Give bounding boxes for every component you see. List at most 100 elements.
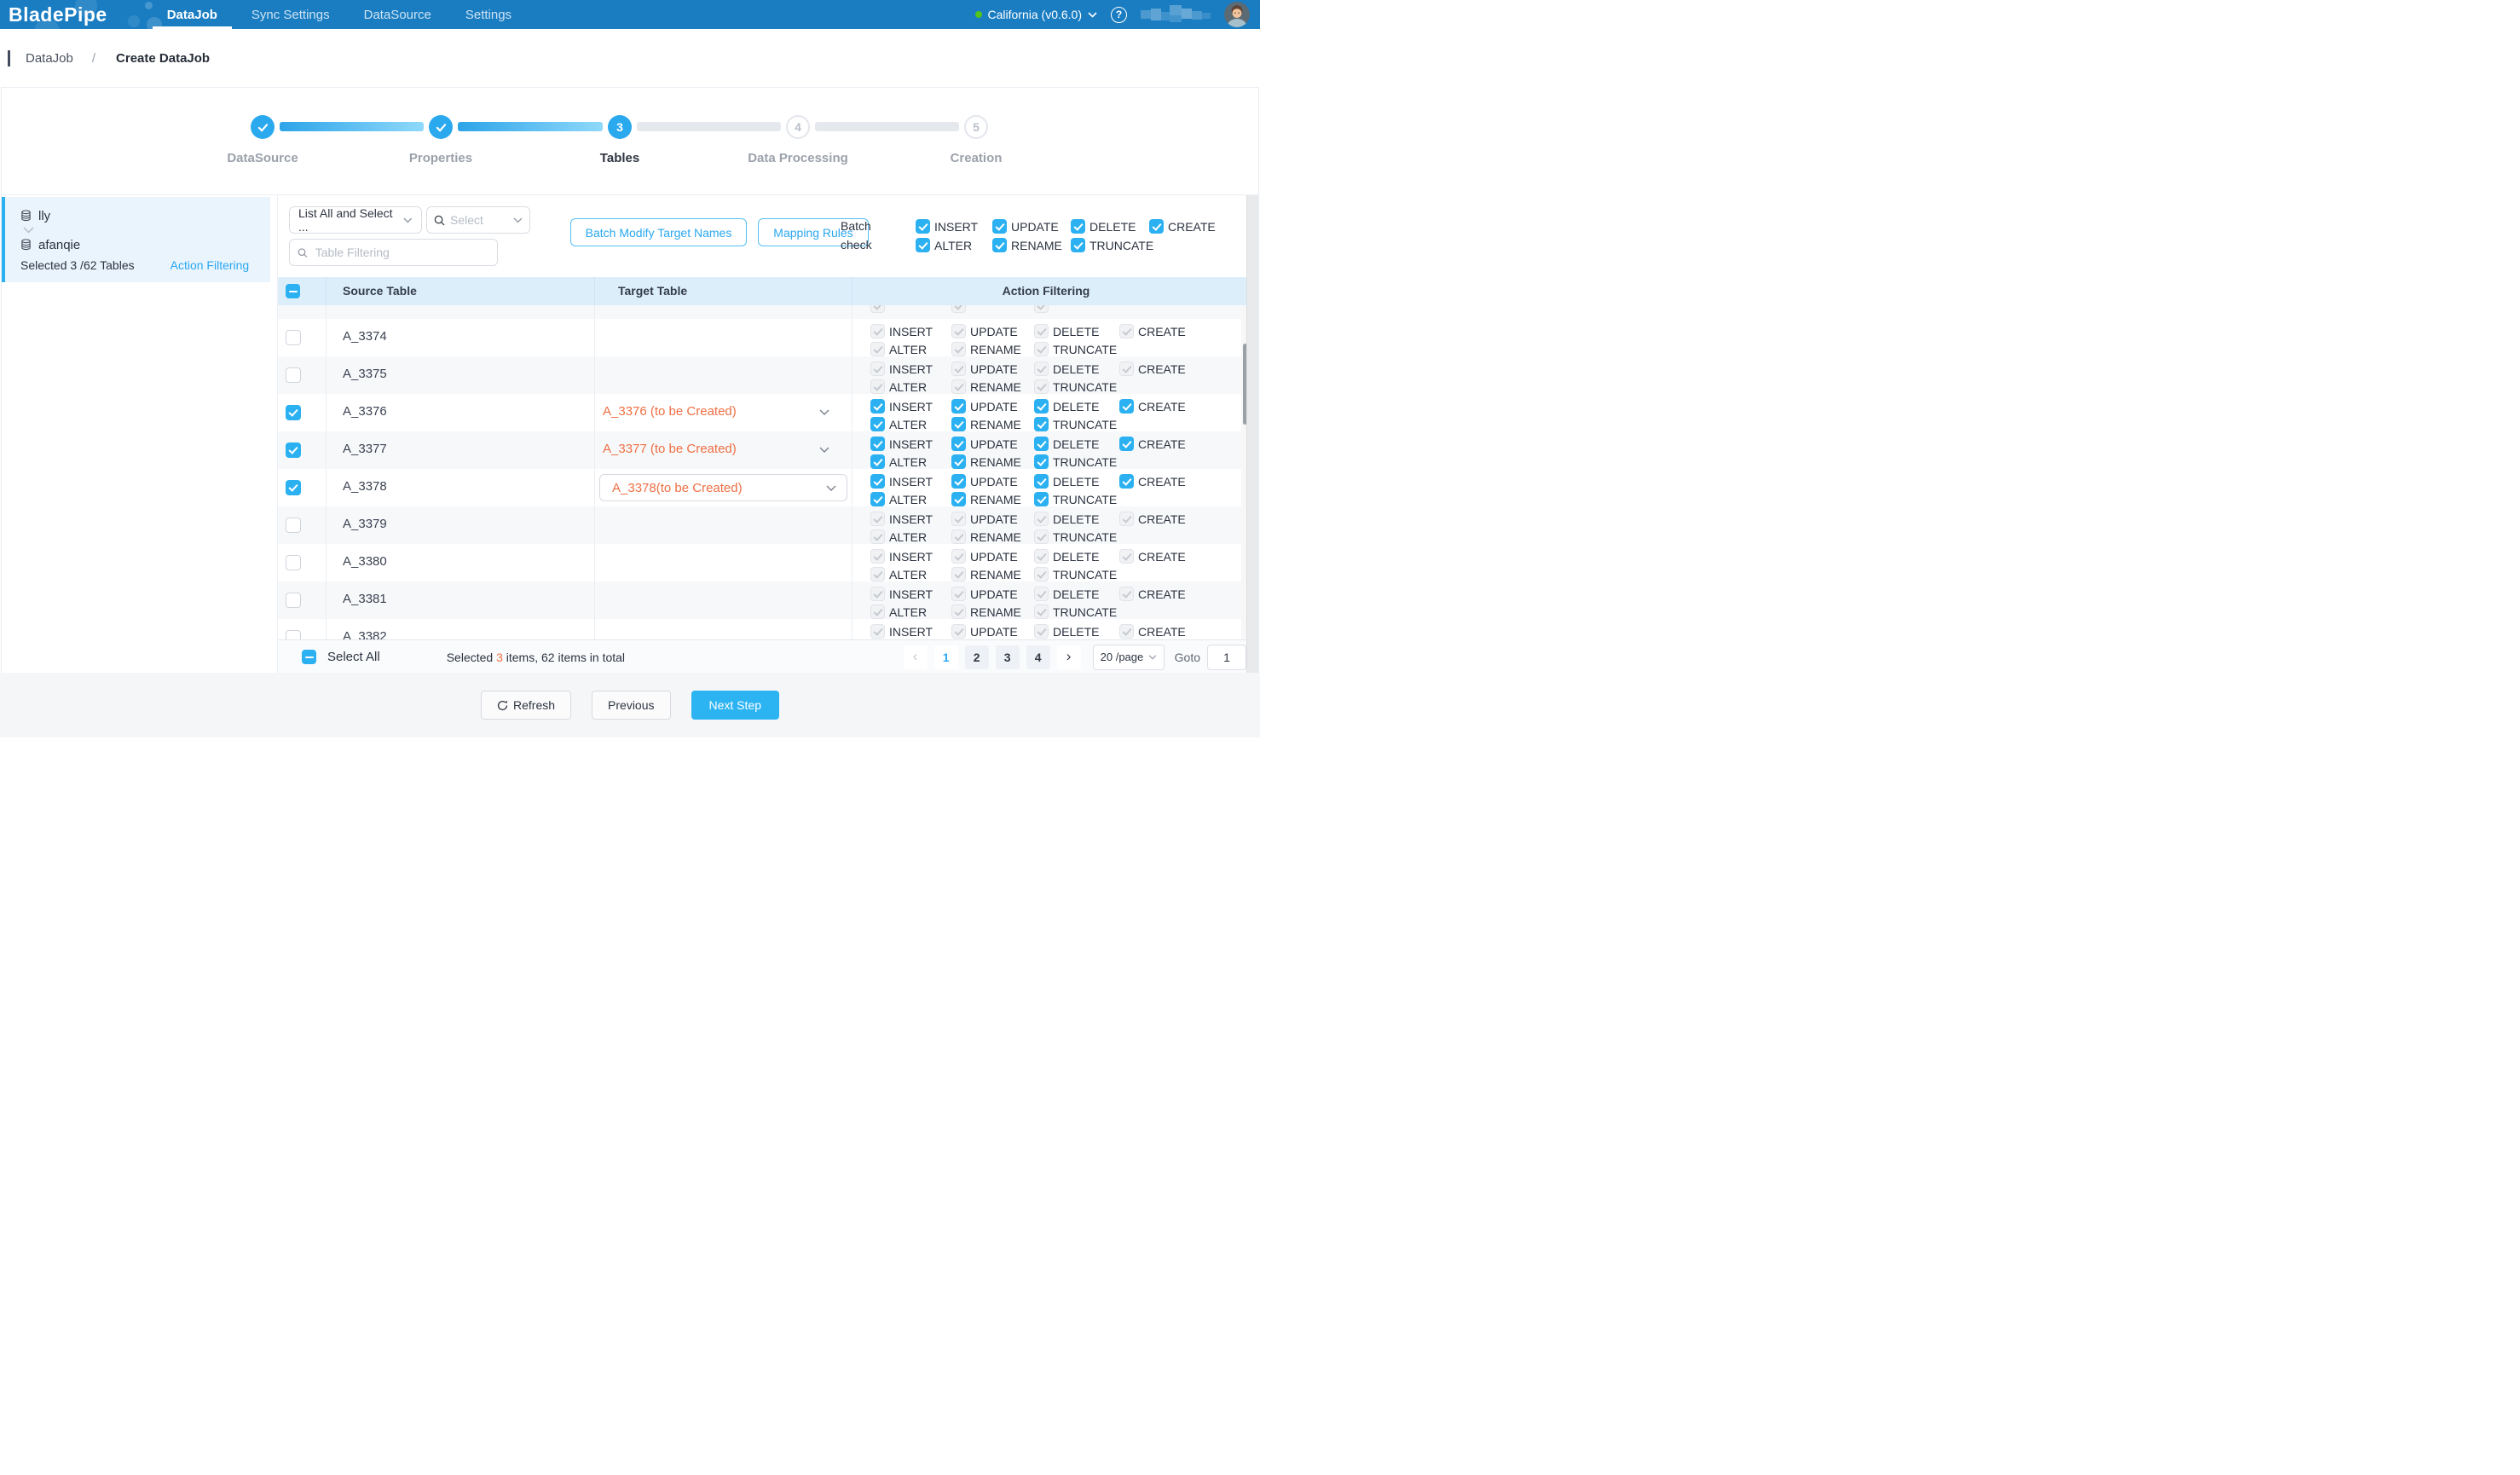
action-checkbox-truncate[interactable] bbox=[1034, 492, 1049, 506]
help-icon[interactable]: ? bbox=[1111, 7, 1127, 23]
batch-check-truncate-checkbox[interactable] bbox=[1071, 238, 1085, 252]
action-checkbox-rename bbox=[951, 379, 966, 394]
action-checkbox-delete bbox=[1034, 362, 1049, 376]
action-checkbox-alter[interactable] bbox=[870, 454, 885, 469]
action-checkbox-delete bbox=[1034, 512, 1049, 526]
action-checkbox-rename[interactable] bbox=[951, 417, 966, 431]
table-row: A_3374INSERTUPDATEDELETECREATEALTERRENAM… bbox=[278, 319, 1258, 357]
row-select-checkbox[interactable] bbox=[286, 367, 301, 383]
row-select-checkbox[interactable] bbox=[286, 442, 301, 458]
page-size-value: 20 /page bbox=[1101, 651, 1144, 663]
target-table-select[interactable]: A_3377 (to be Created) bbox=[603, 442, 737, 456]
action-checkbox-update[interactable] bbox=[951, 437, 966, 451]
action-checkbox-create[interactable] bbox=[1119, 399, 1134, 414]
next-step-button[interactable]: Next Step bbox=[691, 691, 779, 720]
batch-modify-target-names-button[interactable]: Batch Modify Target Names bbox=[570, 218, 747, 246]
nav-item-label: DataJob bbox=[167, 8, 217, 22]
nav-item-datajob[interactable]: DataJob bbox=[150, 0, 234, 29]
refresh-icon bbox=[497, 700, 508, 711]
row-select-checkbox[interactable] bbox=[286, 630, 301, 639]
batch-check-alter-checkbox[interactable] bbox=[916, 238, 930, 252]
pagination-page-1[interactable]: 1 bbox=[934, 645, 958, 669]
pagination-page-3[interactable]: 3 bbox=[996, 645, 1020, 669]
nav-item-settings[interactable]: Settings bbox=[448, 0, 529, 29]
action-label: TRUNCATE bbox=[1053, 493, 1117, 506]
action-label: CREATE bbox=[1138, 625, 1186, 639]
selected-count: 3 bbox=[496, 651, 503, 664]
batch-check-create-checkbox[interactable] bbox=[1149, 219, 1164, 234]
action-checkbox-truncate[interactable] bbox=[1034, 454, 1049, 469]
action-checkbox-rename[interactable] bbox=[951, 492, 966, 506]
row-select-checkbox[interactable] bbox=[286, 330, 301, 345]
batch-check-rename-checkbox[interactable] bbox=[992, 238, 1007, 252]
select-all-checkbox[interactable] bbox=[302, 650, 316, 664]
action-checkbox-create[interactable] bbox=[1119, 474, 1134, 489]
schema-select[interactable]: Select bbox=[426, 206, 530, 234]
action-checkbox-create[interactable] bbox=[1119, 437, 1134, 451]
action-checkbox-delete bbox=[1034, 324, 1049, 338]
action-label: CREATE bbox=[1138, 362, 1186, 376]
target-table-cell bbox=[594, 319, 852, 356]
step-properties: Properties bbox=[381, 115, 500, 165]
pagination-next-button[interactable]: › bbox=[1057, 645, 1081, 669]
action-checkbox-truncate bbox=[1034, 529, 1049, 544]
action-label: INSERT bbox=[889, 512, 933, 526]
action-checkbox-rename bbox=[951, 567, 966, 581]
batch-check-insert-checkbox[interactable] bbox=[916, 219, 930, 234]
action-checkbox-update[interactable] bbox=[951, 474, 966, 489]
action-checkbox-truncate[interactable] bbox=[1034, 417, 1049, 431]
chevron-down-icon bbox=[819, 447, 829, 453]
action-label: UPDATE bbox=[970, 512, 1018, 526]
action-checkbox-delete[interactable] bbox=[1034, 474, 1049, 489]
row-select-checkbox[interactable] bbox=[286, 480, 301, 495]
action-checkbox-delete[interactable] bbox=[1034, 399, 1049, 414]
pagination-page-4[interactable]: 4 bbox=[1026, 645, 1050, 669]
user-avatar[interactable] bbox=[1224, 2, 1250, 27]
nav-item-datasource[interactable]: DataSource bbox=[347, 0, 448, 29]
breadcrumb-section[interactable]: DataJob bbox=[26, 51, 73, 66]
environment-selector[interactable]: California (v0.6.0) bbox=[975, 8, 1098, 21]
list-mode-select[interactable]: List All and Select ... bbox=[289, 206, 422, 234]
action-checkbox-update[interactable] bbox=[951, 399, 966, 414]
nav-item-label: Settings bbox=[465, 8, 512, 22]
table-row-partial bbox=[278, 305, 1258, 320]
row-select-checkbox[interactable] bbox=[286, 555, 301, 570]
nav-item-sync-settings[interactable]: Sync Settings bbox=[234, 0, 347, 29]
action-checkbox-alter bbox=[870, 379, 885, 394]
pagination-prev-button[interactable]: ‹ bbox=[904, 645, 928, 669]
batch-check-delete-checkbox[interactable] bbox=[1071, 219, 1085, 234]
previous-button[interactable]: Previous bbox=[592, 691, 670, 720]
brand-logo[interactable]: BladePipe bbox=[9, 3, 107, 26]
source-table-cell: A_3375 bbox=[343, 367, 387, 381]
goto-page-input[interactable] bbox=[1207, 645, 1246, 670]
action-checkbox-insert[interactable] bbox=[870, 437, 885, 451]
action-checkbox-insert[interactable] bbox=[870, 399, 885, 414]
page-size-select[interactable]: 20 /page bbox=[1093, 645, 1165, 670]
table-filter-field bbox=[289, 239, 498, 266]
row-select-checkbox[interactable] bbox=[286, 518, 301, 533]
batch-check-update-checkbox[interactable] bbox=[992, 219, 1007, 234]
action-checkbox-rename[interactable] bbox=[951, 454, 966, 469]
action-filtering-link[interactable]: Action Filtering bbox=[171, 258, 250, 272]
action-checkbox-insert[interactable] bbox=[870, 474, 885, 489]
table-body: A_3374INSERTUPDATEDELETECREATEALTERRENAM… bbox=[278, 305, 1258, 639]
source-table-cell: A_3379 bbox=[343, 517, 387, 531]
action-checkbox-alter[interactable] bbox=[870, 417, 885, 431]
target-table-select[interactable]: A_3376 (to be Created) bbox=[603, 404, 737, 419]
select-all-header-checkbox[interactable] bbox=[286, 284, 300, 298]
action-checkbox-truncate bbox=[1034, 567, 1049, 581]
table-filter-input[interactable] bbox=[314, 245, 489, 260]
row-select-checkbox[interactable] bbox=[286, 405, 301, 420]
target-table-value: A_3378(to be Created) bbox=[612, 481, 743, 495]
refresh-button[interactable]: Refresh bbox=[481, 691, 571, 720]
pagination-page-2[interactable]: 2 bbox=[965, 645, 989, 669]
row-select-checkbox[interactable] bbox=[286, 593, 301, 608]
action-checkbox-delete[interactable] bbox=[1034, 437, 1049, 451]
target-table-select[interactable]: A_3378(to be Created) bbox=[599, 474, 847, 501]
action-checkbox-alter bbox=[870, 604, 885, 619]
step-tables: 3 Tables bbox=[560, 115, 679, 165]
datasource-summary-box[interactable]: lly afanqie Selected 3 /62 Tables Action… bbox=[5, 197, 270, 282]
action-checkbox-create bbox=[1119, 362, 1134, 376]
outer-scrollbar-gutter[interactable] bbox=[1246, 195, 1258, 673]
action-checkbox-alter[interactable] bbox=[870, 492, 885, 506]
